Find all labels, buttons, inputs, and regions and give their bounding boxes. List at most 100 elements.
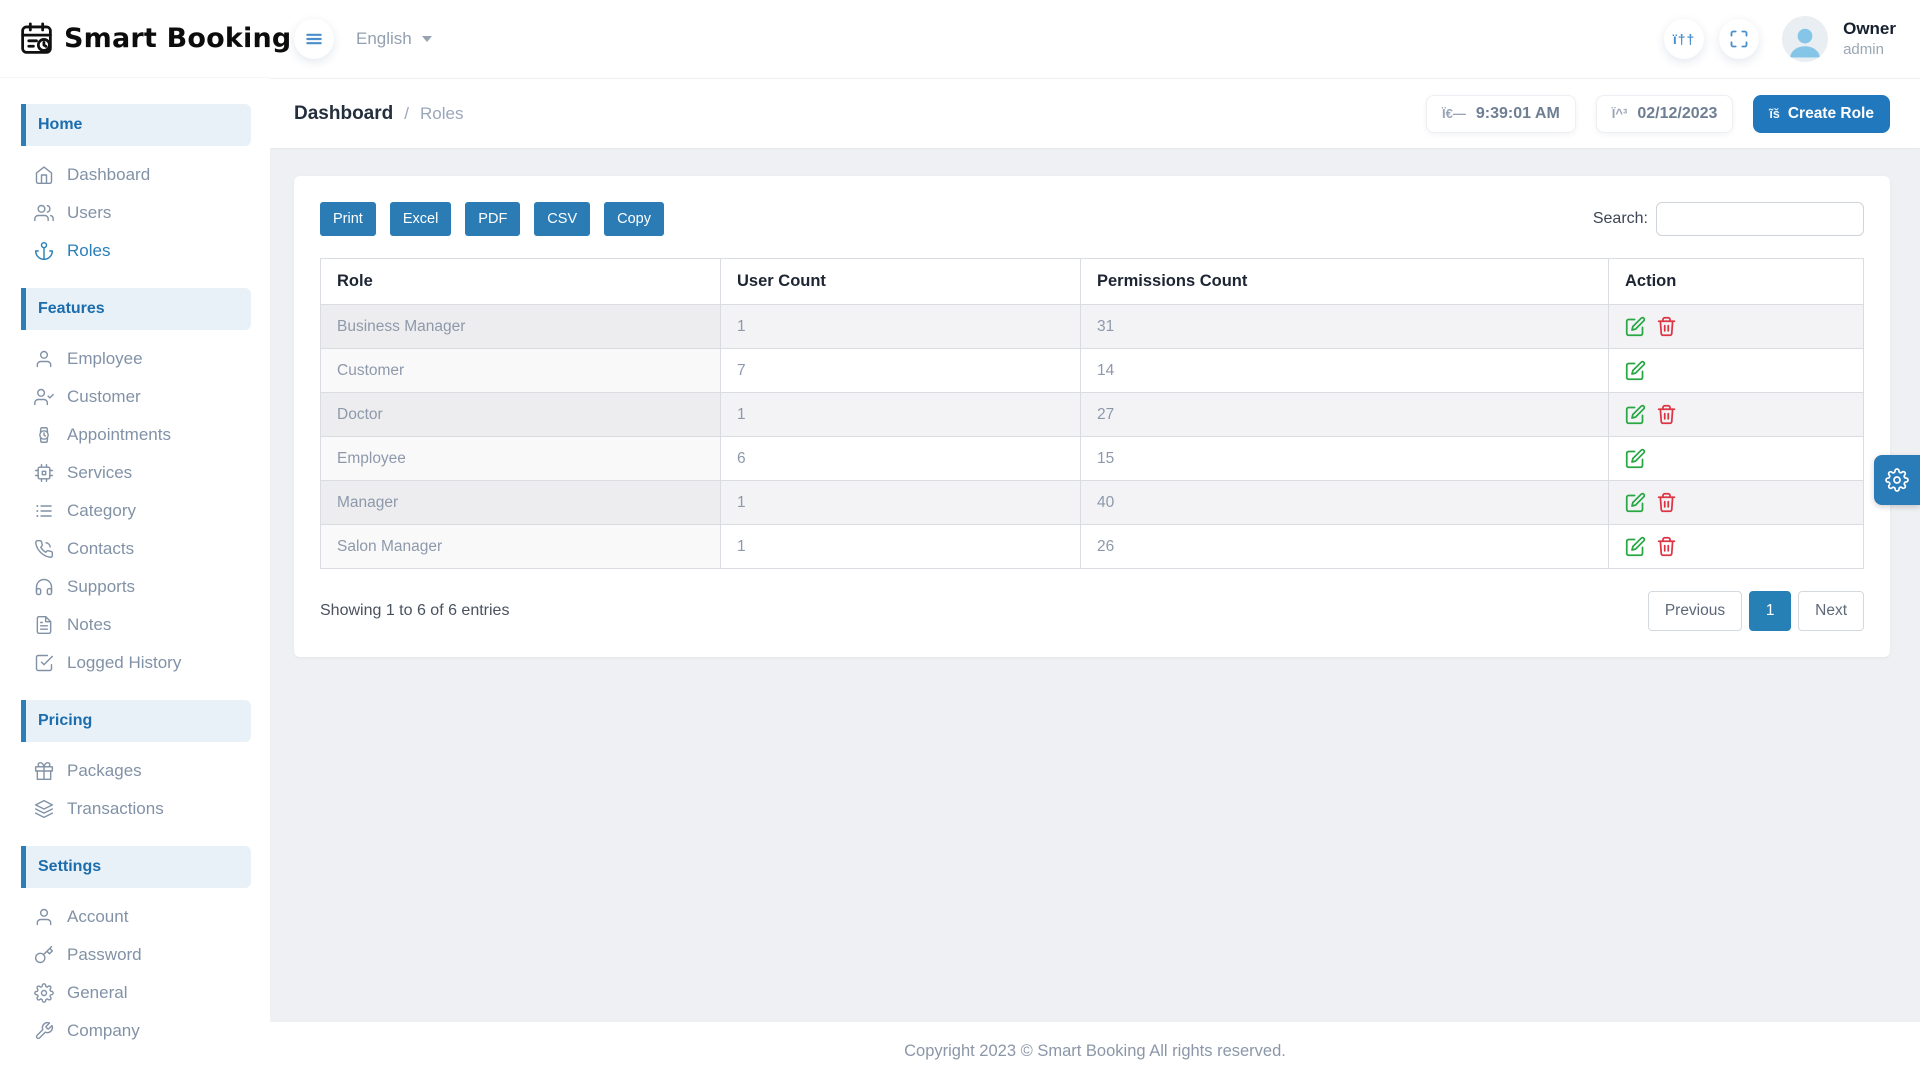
copy-export-button[interactable]: Copy — [604, 202, 664, 236]
sidebar-item-transactions[interactable]: Transactions — [0, 790, 270, 828]
role-cell: Customer — [321, 349, 721, 393]
pdf-export-button[interactable]: PDF — [465, 202, 520, 236]
next-page-button[interactable]: Next — [1798, 591, 1864, 631]
date-value: 02/12/2023 — [1637, 105, 1717, 123]
brand-logo[interactable]: Smart Booking — [0, 0, 270, 78]
action-cell — [1609, 481, 1864, 525]
export-buttons: Print Excel PDF CSV Copy — [320, 202, 664, 236]
entries-summary: Showing 1 to 6 of 6 entries — [320, 602, 509, 620]
sidebar-item-label: Customer — [67, 387, 141, 407]
csv-export-button[interactable]: CSV — [534, 202, 590, 236]
sidebar-item-label: Employee — [67, 349, 143, 369]
sidebar-item-company[interactable]: Company — [0, 1012, 270, 1050]
user-check-icon — [34, 387, 54, 407]
action-cell — [1609, 437, 1864, 481]
print-export-button[interactable]: Print — [320, 202, 376, 236]
edit-role-button[interactable] — [1625, 360, 1646, 381]
edit-role-button[interactable] — [1625, 492, 1646, 513]
sidebar-item-label: Contacts — [67, 539, 134, 559]
sidebar-item-label: Packages — [67, 761, 142, 781]
excel-export-button[interactable]: Excel — [390, 202, 451, 236]
sidebar-item-services[interactable]: Services — [0, 454, 270, 492]
breadcrumb-bar: Dashboard / Roles Ï€— 9:39:01 AM Ï^³ 02/… — [270, 78, 1920, 148]
edit-icon — [1625, 360, 1646, 381]
table-row: Doctor 1 27 — [321, 393, 1864, 437]
sidebar-item-password[interactable]: Password — [0, 936, 270, 974]
column-header-role[interactable]: Role — [321, 259, 721, 305]
column-header-user-count[interactable]: User Count — [721, 259, 1081, 305]
breadcrumb-separator: / — [404, 104, 409, 124]
column-header-permissions-count[interactable]: Permissions Count — [1081, 259, 1609, 305]
user-meta: Owner admin — [1843, 18, 1900, 60]
sidebar-nav: Home Dashboard Users Roles Features Empl… — [0, 78, 270, 1050]
permissions-count-cell: 14 — [1081, 349, 1609, 393]
sidebar-item-contacts[interactable]: Contacts — [0, 530, 270, 568]
sidebar-item-category[interactable]: Category — [0, 492, 270, 530]
sidebar-item-logged-history[interactable]: Logged History — [0, 644, 270, 682]
edit-role-button[interactable] — [1625, 404, 1646, 425]
sidebar-item-roles[interactable]: Roles — [0, 232, 270, 270]
sidebar-item-appointments[interactable]: Appointments — [0, 416, 270, 454]
edit-role-button[interactable] — [1625, 316, 1646, 337]
settings-fab[interactable] — [1874, 455, 1920, 505]
breadcrumb-dashboard[interactable]: Dashboard — [294, 103, 393, 125]
sidebar-section-features[interactable]: Features — [21, 288, 251, 330]
key-icon — [34, 945, 54, 965]
list-icon — [34, 501, 54, 521]
role-cell: Manager — [321, 481, 721, 525]
delete-role-button[interactable] — [1656, 536, 1677, 557]
clock-icon: Ï€— — [1442, 106, 1466, 121]
sidebar-item-dashboard[interactable]: Dashboard — [0, 156, 270, 194]
page-1-button[interactable]: 1 — [1749, 591, 1791, 631]
phone-icon — [34, 539, 54, 559]
user-count-cell: 1 — [721, 525, 1081, 569]
sidebar-item-users[interactable]: Users — [0, 194, 270, 232]
time-value: 9:39:01 AM — [1476, 105, 1560, 123]
sidebar-section-label: Features — [38, 300, 105, 317]
fullscreen-button[interactable] — [1719, 19, 1759, 59]
sidebar-item-label: Password — [67, 945, 142, 965]
roles-card: Print Excel PDF CSV Copy Search: RoleUse… — [294, 176, 1890, 657]
users-icon — [34, 203, 54, 223]
language-dropdown[interactable]: English — [356, 29, 432, 49]
sidebar-section-home[interactable]: Home — [21, 104, 251, 146]
sidebar-section-pricing[interactable]: Pricing — [21, 700, 251, 742]
edit-icon — [1625, 404, 1646, 425]
create-role-label: Create Role — [1788, 105, 1874, 123]
edit-role-button[interactable] — [1625, 536, 1646, 557]
sidebar-item-general[interactable]: General — [0, 974, 270, 1012]
delete-role-button[interactable] — [1656, 404, 1677, 425]
sidebar-item-packages[interactable]: Packages — [0, 752, 270, 790]
avatar[interactable] — [1782, 16, 1828, 62]
action-cell — [1609, 305, 1864, 349]
sidebar-item-label: Users — [67, 203, 111, 223]
table-row: Customer 7 14 — [321, 349, 1864, 393]
filter-button[interactable]: ï†† — [1664, 19, 1704, 59]
sidebar-item-supports[interactable]: Supports — [0, 568, 270, 606]
user-name: Owner — [1843, 18, 1896, 40]
table-row: Manager 1 40 — [321, 481, 1864, 525]
watch-icon — [34, 425, 54, 445]
sidebar-toggle-button[interactable] — [294, 19, 334, 59]
delete-role-button[interactable] — [1656, 316, 1677, 337]
table-row: Employee 6 15 — [321, 437, 1864, 481]
search-input[interactable] — [1656, 202, 1864, 236]
sidebar-item-notes[interactable]: Notes — [0, 606, 270, 644]
create-role-button[interactable]: ĩš Create Role — [1753, 95, 1890, 133]
plus-icon: ĩš — [1769, 107, 1779, 121]
user-count-cell: 1 — [721, 481, 1081, 525]
sidebar-section-settings[interactable]: Settings — [21, 846, 251, 888]
topbar: English ï†† Owner admin — [270, 0, 1920, 78]
column-header-action[interactable]: Action — [1609, 259, 1864, 305]
previous-page-button[interactable]: Previous — [1648, 591, 1742, 631]
sidebar-item-label: Account — [67, 907, 128, 927]
chevron-down-icon — [422, 36, 432, 42]
sidebar-item-customer[interactable]: Customer — [0, 378, 270, 416]
sidebar-item-account[interactable]: Account — [0, 898, 270, 936]
calendar-icon: Ï^³ — [1612, 106, 1628, 121]
permissions-count-cell: 15 — [1081, 437, 1609, 481]
edit-role-button[interactable] — [1625, 448, 1646, 469]
sidebar-item-employee[interactable]: Employee — [0, 340, 270, 378]
delete-role-button[interactable] — [1656, 492, 1677, 513]
user-icon — [34, 907, 54, 927]
